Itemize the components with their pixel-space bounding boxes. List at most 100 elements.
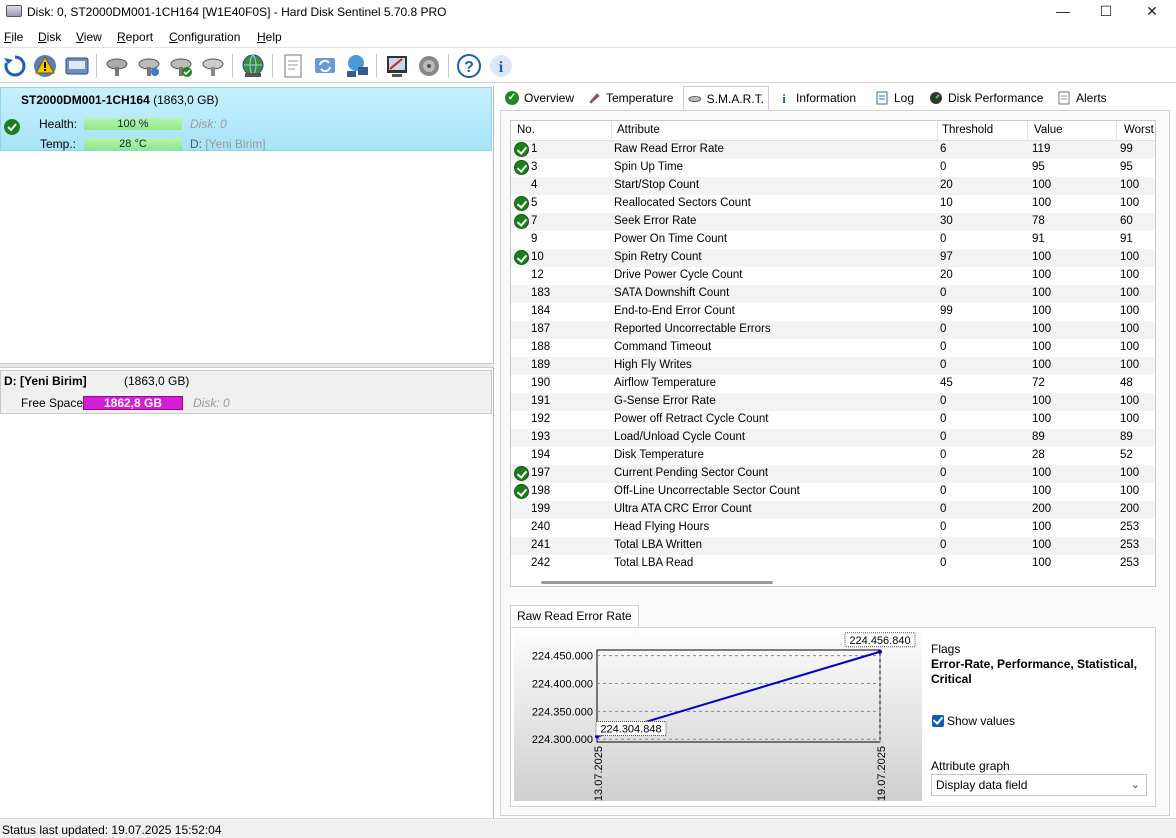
cell-attribute: Disk Temperature — [614, 449, 704, 461]
col-threshold[interactable]: Threshold — [942, 124, 993, 136]
menu-disk[interactable]: Disk — [38, 30, 61, 44]
table-row[interactable]: 189 High Fly Writes 0 100 100 — [511, 357, 1155, 375]
refresh-icon[interactable] — [2, 53, 28, 79]
about-icon[interactable]: i — [488, 53, 514, 79]
table-row[interactable]: 12 Drive Power Cycle Count 20 100 100 — [511, 267, 1155, 285]
y-tick-label: 224.400.000 — [532, 678, 593, 690]
tab-smart[interactable]: S.M.A.R.T. — [683, 86, 769, 110]
sync-icon[interactable] — [312, 53, 338, 79]
disk-ok-icon[interactable] — [168, 53, 194, 79]
table-row[interactable]: 241 Total LBA Written 0 100 253 — [511, 537, 1155, 555]
cell-worst: 100 — [1120, 287, 1140, 299]
cell-value: 100 — [1032, 287, 1052, 299]
table-row[interactable]: 187 Reported Uncorrectable Errors 0 100 100 — [511, 321, 1155, 339]
cell-value: 72 — [1032, 377, 1045, 389]
status-ok-icon — [514, 484, 529, 499]
tab-temperature[interactable]: Temperature — [583, 87, 677, 109]
data-label: 224.456.840 — [849, 635, 910, 647]
menu-configuration[interactable]: Configuration — [169, 30, 240, 44]
table-row[interactable]: 5 Reallocated Sectors Count 10 100 100 — [511, 195, 1155, 213]
table-row[interactable]: 190 Airflow Temperature 45 72 48 — [511, 375, 1155, 393]
table-row[interactable]: 184 End-to-End Error Count 99 100 100 — [511, 303, 1155, 321]
menu-report[interactable]: Report — [117, 30, 153, 44]
cell-worst: 100 — [1120, 323, 1140, 335]
disk-check-icon[interactable] — [200, 53, 226, 79]
panel-splitter[interactable] — [0, 363, 494, 368]
table-row[interactable]: 4 Start/Stop Count 20 100 100 — [511, 177, 1155, 195]
cell-worst: 95 — [1120, 161, 1133, 173]
cell-worst: 100 — [1120, 467, 1140, 479]
col-worst[interactable]: Worst — [1124, 124, 1154, 136]
col-value[interactable]: Value — [1034, 124, 1063, 136]
table-row[interactable]: 10 Spin Retry Count 97 100 100 — [511, 249, 1155, 267]
cell-value: 100 — [1032, 521, 1052, 533]
cell-worst: 100 — [1120, 251, 1140, 263]
menu-help[interactable]: Help — [257, 30, 282, 44]
surface-test-icon[interactable] — [136, 53, 162, 79]
tab-information[interactable]: i Information — [773, 87, 860, 109]
disk-info-icon[interactable] — [64, 53, 90, 79]
cell-no: 241 — [531, 539, 551, 551]
graph-panel: 224.300.000 224.350.000 224.400.000 224.450… — [510, 627, 1156, 807]
sound-icon[interactable] — [416, 53, 442, 79]
volume-entry[interactable]: D: [Yeni Birim] (1863,0 GB) Free Space 1… — [0, 370, 492, 414]
health-ok-icon — [4, 119, 20, 135]
table-row[interactable]: 198 Off-Line Uncorrectable Sector Count 0 1… — [511, 483, 1155, 501]
show-values-label[interactable]: Show values — [947, 714, 1015, 728]
table-row[interactable]: 194 Disk Temperature 0 28 52 — [511, 447, 1155, 465]
table-row[interactable]: 192 Power off Retract Cycle Count 0 100 100 — [511, 411, 1155, 429]
table-row[interactable]: 7 Seek Error Rate 30 78 60 — [511, 213, 1155, 231]
table-row[interactable]: 9 Power On Time Count 0 91 91 — [511, 231, 1155, 249]
cell-threshold: 0 — [940, 233, 947, 245]
cell-attribute: SATA Downshift Count — [614, 287, 730, 299]
cell-value: 100 — [1032, 557, 1052, 569]
table-row[interactable]: 193 Load/Unload Cycle Count 0 89 89 — [511, 429, 1155, 447]
tab-overview[interactable]: ✓ Overview — [501, 87, 578, 109]
maximize-button[interactable]: ☐ — [1083, 0, 1129, 24]
tab-log[interactable]: Log — [871, 87, 918, 109]
menu-view[interactable]: View — [76, 30, 102, 44]
tab-disk-performance[interactable]: Disk Performance — [925, 87, 1047, 109]
tab-alerts[interactable]: Alerts — [1053, 87, 1111, 109]
report-icon[interactable] — [280, 53, 306, 79]
table-row[interactable]: 3 Spin Up Time 0 95 95 — [511, 159, 1155, 177]
help-icon[interactable]: ? — [456, 53, 482, 79]
alert-icon[interactable] — [32, 53, 58, 79]
table-header: No. Attribute Threshold Value Worst — [511, 121, 1155, 141]
attribute-graph-select[interactable]: Display data field ⌄ — [931, 774, 1147, 796]
close-button[interactable]: ✕ — [1129, 0, 1175, 24]
data-label: 224.304.848 — [600, 724, 661, 736]
table-row[interactable]: 183 SATA Downshift Count 0 100 100 — [511, 285, 1155, 303]
disk-entry[interactable]: ST2000DM001-1CH164 (1863,0 GB) Health: 1… — [0, 87, 492, 151]
table-row[interactable]: 188 Command Timeout 0 100 100 — [511, 339, 1155, 357]
cell-attribute: Start/Stop Count — [614, 179, 700, 191]
col-attribute[interactable]: Attribute — [617, 124, 660, 136]
test-disk-icon[interactable] — [104, 53, 130, 79]
cell-value: 100 — [1032, 413, 1052, 425]
table-row[interactable]: 242 Total LBA Read 0 100 253 — [511, 555, 1155, 573]
graph-tab[interactable]: Raw Read Error Rate — [510, 605, 639, 627]
cell-threshold: 0 — [940, 413, 947, 425]
web-icon[interactable] — [240, 53, 266, 79]
cell-value: 100 — [1032, 539, 1052, 551]
horizontal-scrollbar[interactable] — [541, 581, 773, 584]
flags-value: Error-Rate, Performance, Statistical, Cr… — [931, 657, 1138, 686]
cell-threshold: 0 — [940, 431, 947, 443]
disk-model: ST2000DM001-1CH164 — [21, 93, 150, 107]
network-icon[interactable] — [344, 53, 370, 79]
col-no[interactable]: No. — [517, 124, 535, 136]
table-row[interactable]: 1 Raw Read Error Rate 6 119 99 — [511, 141, 1155, 159]
temp-bar: 28 °C — [84, 138, 182, 150]
table-row[interactable]: 191 G-Sense Error Rate 0 100 100 — [511, 393, 1155, 411]
cell-value: 119 — [1032, 143, 1051, 155]
menu-file[interactable]: File — [4, 30, 23, 44]
show-values-checkbox[interactable] — [932, 715, 944, 727]
cell-attribute: Reallocated Sectors Count — [614, 197, 751, 209]
cell-threshold: 0 — [940, 557, 947, 569]
table-row[interactable]: 240 Head Flying Hours 0 100 253 — [511, 519, 1155, 537]
table-row[interactable]: 199 Ultra ATA CRC Error Count 0 200 200 — [511, 501, 1155, 519]
table-row[interactable]: 197 Current Pending Sector Count 0 100 100 — [511, 465, 1155, 483]
volume-disk-ref: Disk: 0 — [193, 396, 230, 410]
minimize-button[interactable]: — — [1040, 0, 1086, 24]
settings-icon[interactable] — [384, 53, 410, 79]
